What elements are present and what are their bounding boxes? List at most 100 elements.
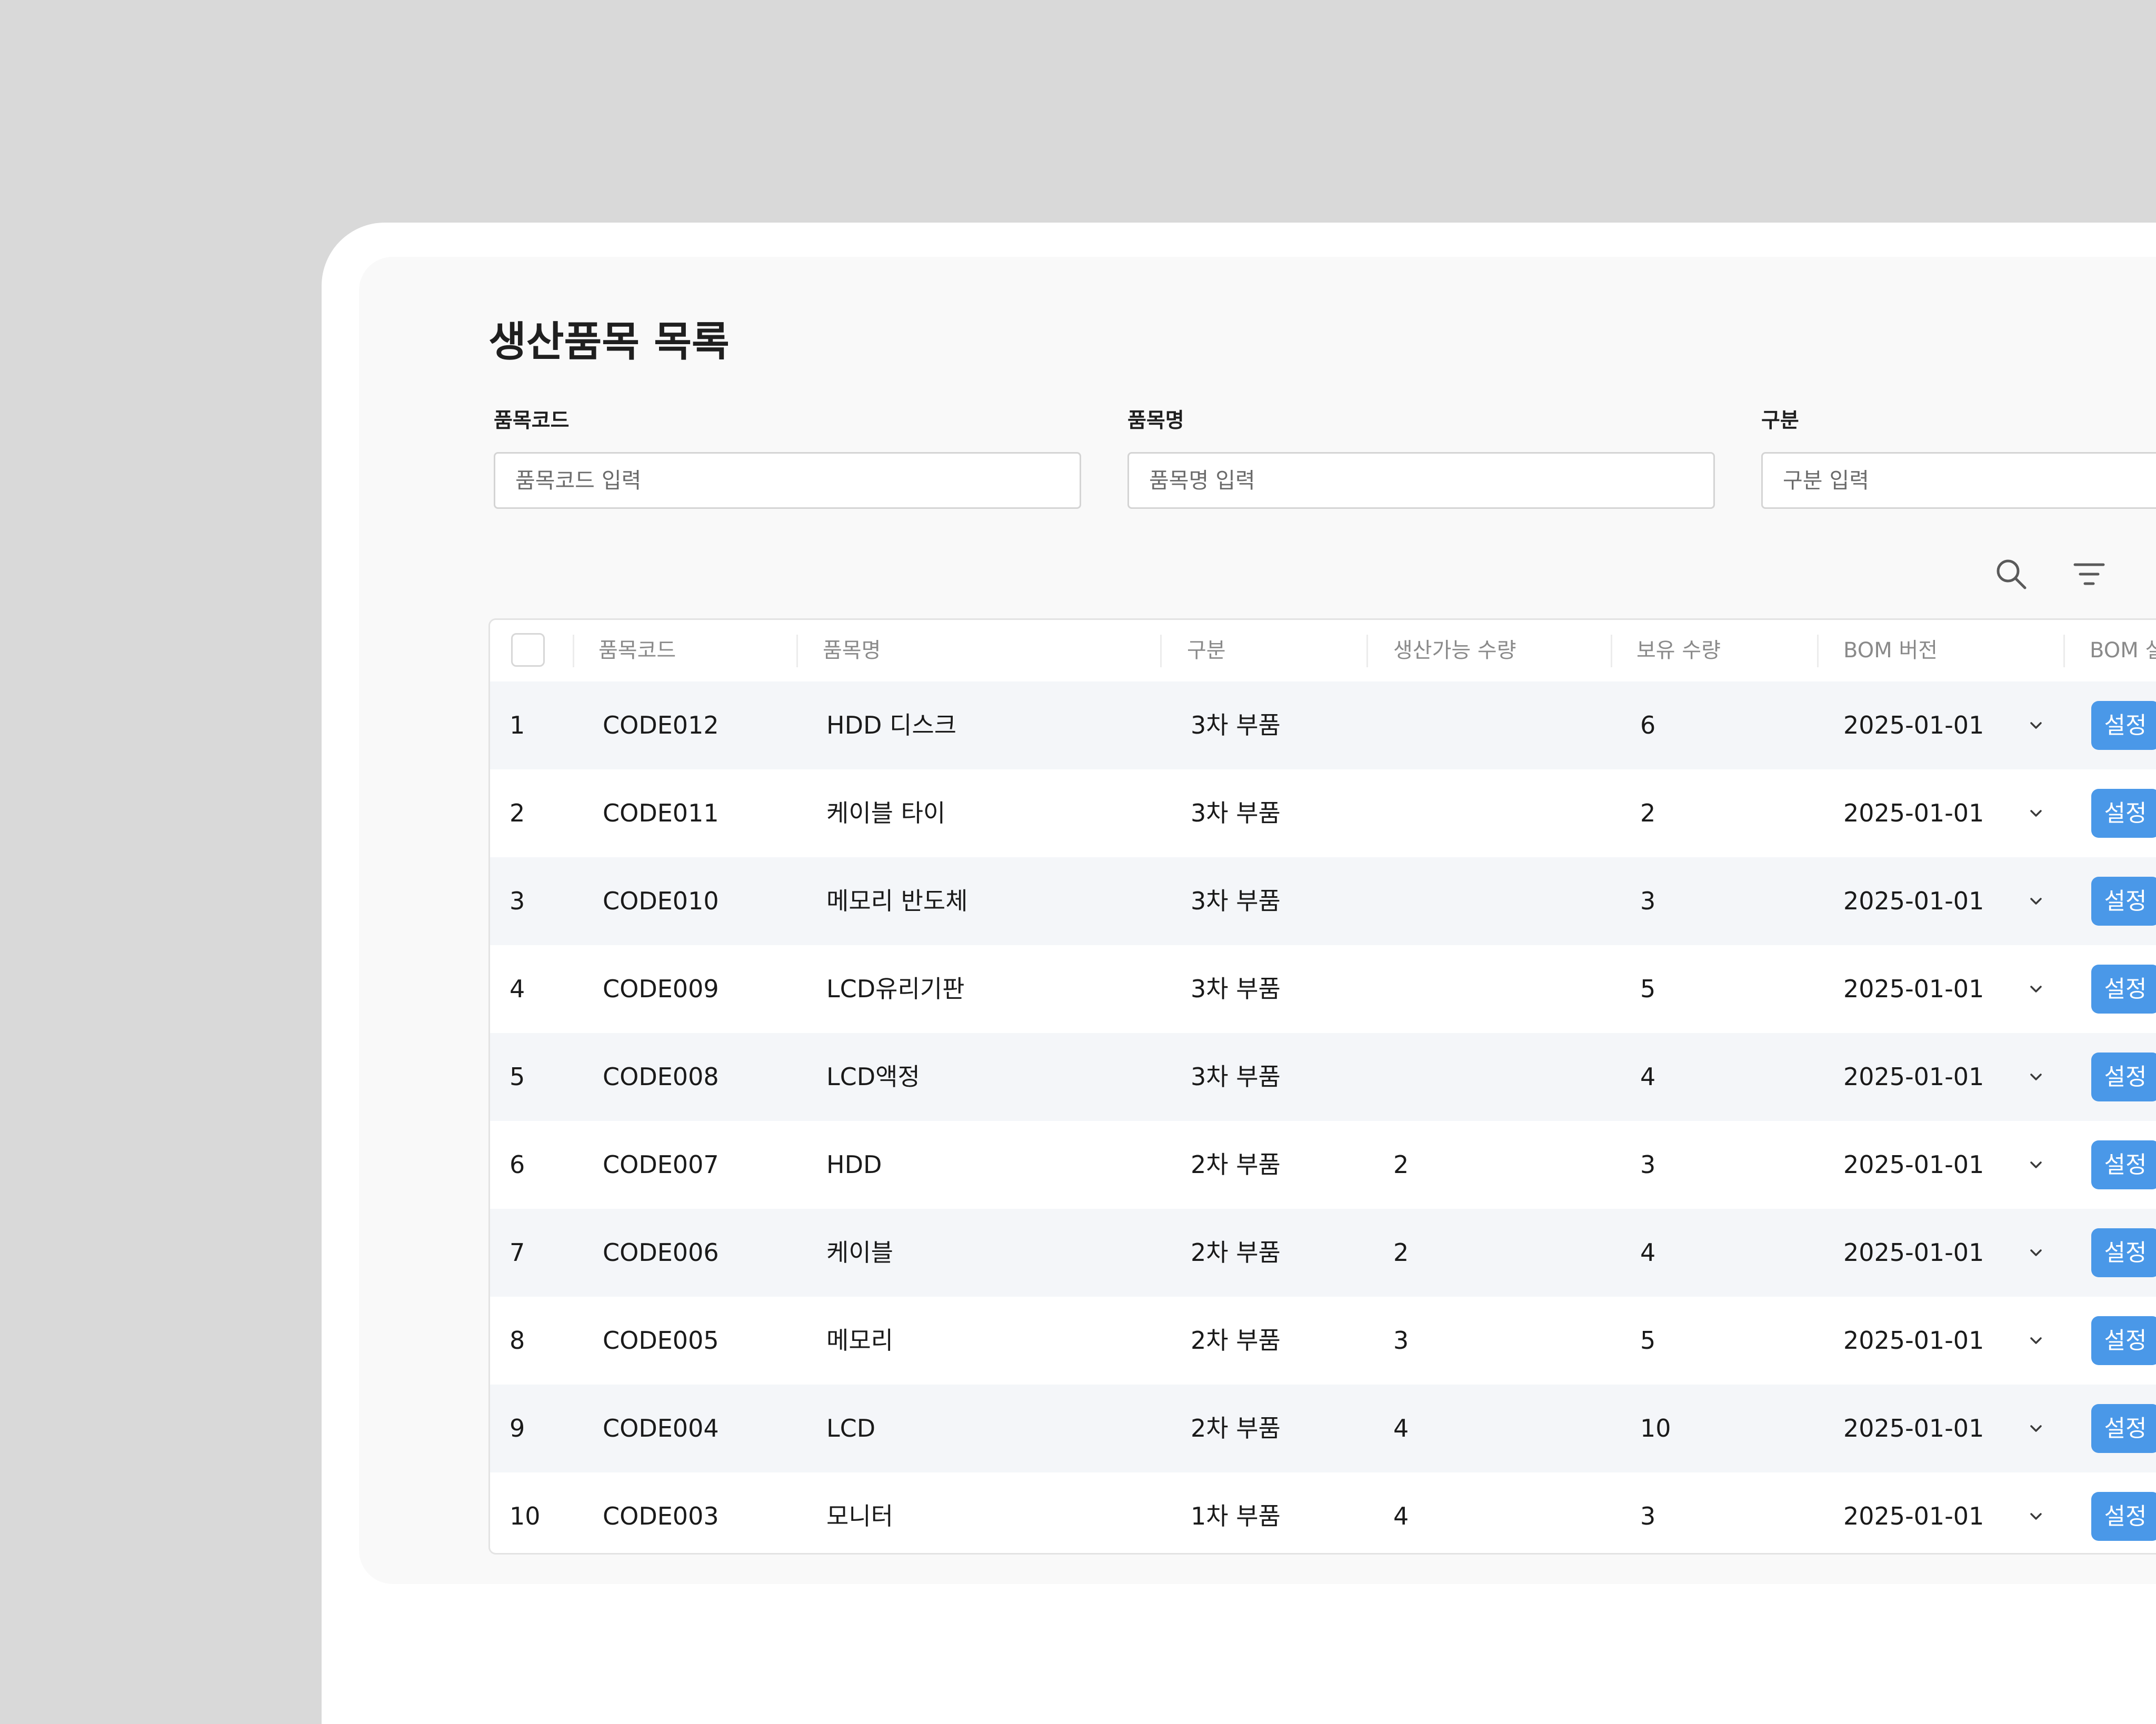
item-code-cell: CODE004 xyxy=(603,1414,719,1442)
item-name-cell: 메모리 xyxy=(826,1326,893,1355)
stock-qty-cell: 3 xyxy=(1640,887,1656,915)
row-number: 8 xyxy=(510,1326,525,1355)
item-code-cell: CODE011 xyxy=(603,799,719,827)
item-name-input[interactable] xyxy=(1127,452,1715,509)
stock-qty-cell: 3 xyxy=(1640,1150,1656,1179)
bom-version-cell[interactable]: 2025-01-01 xyxy=(1843,1472,1984,1553)
category-cell: 2차 부품 xyxy=(1191,1150,1281,1179)
bom-setting-button[interactable]: 설정 xyxy=(2091,1053,2156,1101)
producible-qty-cell: 2 xyxy=(1393,1238,1409,1267)
column-header-category[interactable]: 구분 xyxy=(1187,620,1226,681)
chevron-down-icon[interactable] xyxy=(2023,1151,2049,1178)
producible-qty-cell: 4 xyxy=(1393,1414,1409,1442)
stock-qty-cell: 5 xyxy=(1640,975,1656,1003)
producible-qty-cell: 4 xyxy=(1393,1502,1409,1530)
table-row[interactable]: 5 CODE008 LCD액정 3차 부품 4 2025-01-01 설정 xyxy=(490,1033,2156,1121)
table-body: 1 CODE012 HDD 디스크 3차 부품 6 2025-01-01 설정 … xyxy=(490,681,2156,1553)
select-all-checkbox[interactable] xyxy=(511,633,545,667)
stock-qty-cell: 3 xyxy=(1640,1502,1656,1530)
item-code-cell: CODE006 xyxy=(603,1238,719,1267)
category-cell: 3차 부품 xyxy=(1191,887,1281,915)
row-number: 9 xyxy=(510,1414,525,1442)
bom-version-cell[interactable]: 2025-01-01 xyxy=(1843,769,1984,857)
search-icon[interactable] xyxy=(1994,557,2029,592)
chevron-down-icon[interactable] xyxy=(2023,712,2049,738)
stock-qty-cell: 5 xyxy=(1640,1326,1656,1355)
item-code-cell: CODE012 xyxy=(603,711,719,739)
chevron-down-icon[interactable] xyxy=(2023,976,2049,1002)
item-code-input[interactable] xyxy=(494,452,1081,509)
category-cell: 3차 부품 xyxy=(1191,1063,1281,1091)
chevron-down-icon[interactable] xyxy=(2023,1239,2049,1266)
chevron-down-icon[interactable] xyxy=(2023,1327,2049,1354)
category-cell: 3차 부품 xyxy=(1191,711,1281,739)
category-cell: 2차 부품 xyxy=(1191,1238,1281,1267)
item-name-cell: LCD액정 xyxy=(826,1063,920,1091)
column-header-item-name[interactable]: 품목명 xyxy=(823,620,881,681)
item-table: 품목코드 품목명 구분 생산가능 수량 보유 수량 BOM 버전 BOM 설정 … xyxy=(488,618,2156,1555)
column-header-item-code[interactable]: 품목코드 xyxy=(598,620,676,681)
filter-icon[interactable] xyxy=(2072,557,2107,592)
category-cell: 2차 부품 xyxy=(1191,1326,1281,1355)
bom-setting-button[interactable]: 설정 xyxy=(2091,1316,2156,1365)
table-row[interactable]: 7 CODE006 케이블 2차 부품 2 4 2025-01-01 설정 xyxy=(490,1209,2156,1297)
table-row[interactable]: 10 CODE003 모니터 1차 부품 4 3 2025-01-01 설정 xyxy=(490,1472,2156,1553)
item-name-cell: HDD 디스크 xyxy=(826,711,957,739)
column-header-producible-qty[interactable]: 생산가능 수량 xyxy=(1393,620,1516,681)
chevron-down-icon[interactable] xyxy=(2023,800,2049,826)
item-code-cell: CODE009 xyxy=(603,975,719,1003)
chevron-down-icon[interactable] xyxy=(2023,1064,2049,1090)
column-header-bom-version[interactable]: BOM 버전 xyxy=(1843,620,1938,681)
stock-qty-cell: 4 xyxy=(1640,1238,1656,1267)
table-header: 품목코드 품목명 구분 생산가능 수량 보유 수량 BOM 버전 BOM 설정 xyxy=(490,620,2156,681)
item-code-cell: CODE008 xyxy=(603,1063,719,1091)
bom-version-cell[interactable]: 2025-01-01 xyxy=(1843,1121,1984,1209)
bom-setting-button[interactable]: 설정 xyxy=(2091,1404,2156,1453)
bom-version-cell[interactable]: 2025-01-01 xyxy=(1843,857,1984,945)
bom-version-cell[interactable]: 2025-01-01 xyxy=(1843,1033,1984,1121)
column-header-bom-setting[interactable]: BOM 설정 xyxy=(2090,620,2156,681)
column-header-stock-qty[interactable]: 보유 수량 xyxy=(1636,620,1721,681)
row-number: 3 xyxy=(510,887,525,915)
table-row[interactable]: 8 CODE005 메모리 2차 부품 3 5 2025-01-01 설정 xyxy=(490,1297,2156,1385)
item-name-cell: 메모리 반도체 xyxy=(826,887,968,915)
table-row[interactable]: 1 CODE012 HDD 디스크 3차 부품 6 2025-01-01 설정 xyxy=(490,681,2156,769)
bom-version-cell[interactable]: 2025-01-01 xyxy=(1843,1297,1984,1385)
category-cell: 3차 부품 xyxy=(1191,975,1281,1003)
stock-qty-cell: 2 xyxy=(1640,799,1656,827)
filter-label-category: 구분 xyxy=(1761,409,1799,433)
bom-version-cell[interactable]: 2025-01-01 xyxy=(1843,1209,1984,1297)
table-row[interactable]: 9 CODE004 LCD 2차 부품 4 10 2025-01-01 설정 xyxy=(490,1385,2156,1472)
row-number: 6 xyxy=(510,1150,525,1179)
stock-qty-cell: 10 xyxy=(1640,1414,1671,1442)
bom-version-cell[interactable]: 2025-01-01 xyxy=(1843,1385,1984,1472)
row-number: 10 xyxy=(510,1502,541,1530)
chevron-down-icon[interactable] xyxy=(2023,888,2049,914)
item-name-cell: LCD유리기판 xyxy=(826,975,965,1003)
bom-setting-button[interactable]: 설정 xyxy=(2091,1140,2156,1189)
table-row[interactable]: 3 CODE010 메모리 반도체 3차 부품 3 2025-01-01 설정 xyxy=(490,857,2156,945)
chevron-down-icon[interactable] xyxy=(2023,1503,2049,1529)
bom-version-cell[interactable]: 2025-01-01 xyxy=(1843,681,1984,769)
bom-setting-button[interactable]: 설정 xyxy=(2091,701,2156,750)
table-row[interactable]: 6 CODE007 HDD 2차 부품 2 3 2025-01-01 설정 xyxy=(490,1121,2156,1209)
filter-label-item-code: 품목코드 xyxy=(494,409,570,433)
bom-setting-button[interactable]: 설정 xyxy=(2091,789,2156,838)
bom-setting-button[interactable]: 설정 xyxy=(2091,965,2156,1014)
bom-setting-button[interactable]: 설정 xyxy=(2091,1492,2156,1541)
stock-qty-cell: 6 xyxy=(1640,711,1656,739)
row-number: 7 xyxy=(510,1238,525,1267)
bom-setting-button[interactable]: 설정 xyxy=(2091,877,2156,926)
chevron-down-icon[interactable] xyxy=(2023,1415,2049,1441)
category-cell: 3차 부품 xyxy=(1191,799,1281,827)
row-number: 1 xyxy=(510,711,525,739)
producible-qty-cell: 2 xyxy=(1393,1150,1409,1179)
bom-setting-button[interactable]: 설정 xyxy=(2091,1228,2156,1277)
bom-version-cell[interactable]: 2025-01-01 xyxy=(1843,945,1984,1033)
category-input[interactable] xyxy=(1761,452,2156,509)
category-cell: 1차 부품 xyxy=(1191,1502,1281,1530)
item-code-cell: CODE007 xyxy=(603,1150,719,1179)
table-row[interactable]: 2 CODE011 케이블 타이 3차 부품 2 2025-01-01 설정 xyxy=(490,769,2156,857)
table-row[interactable]: 4 CODE009 LCD유리기판 3차 부품 5 2025-01-01 설정 xyxy=(490,945,2156,1033)
item-code-cell: CODE010 xyxy=(603,887,719,915)
